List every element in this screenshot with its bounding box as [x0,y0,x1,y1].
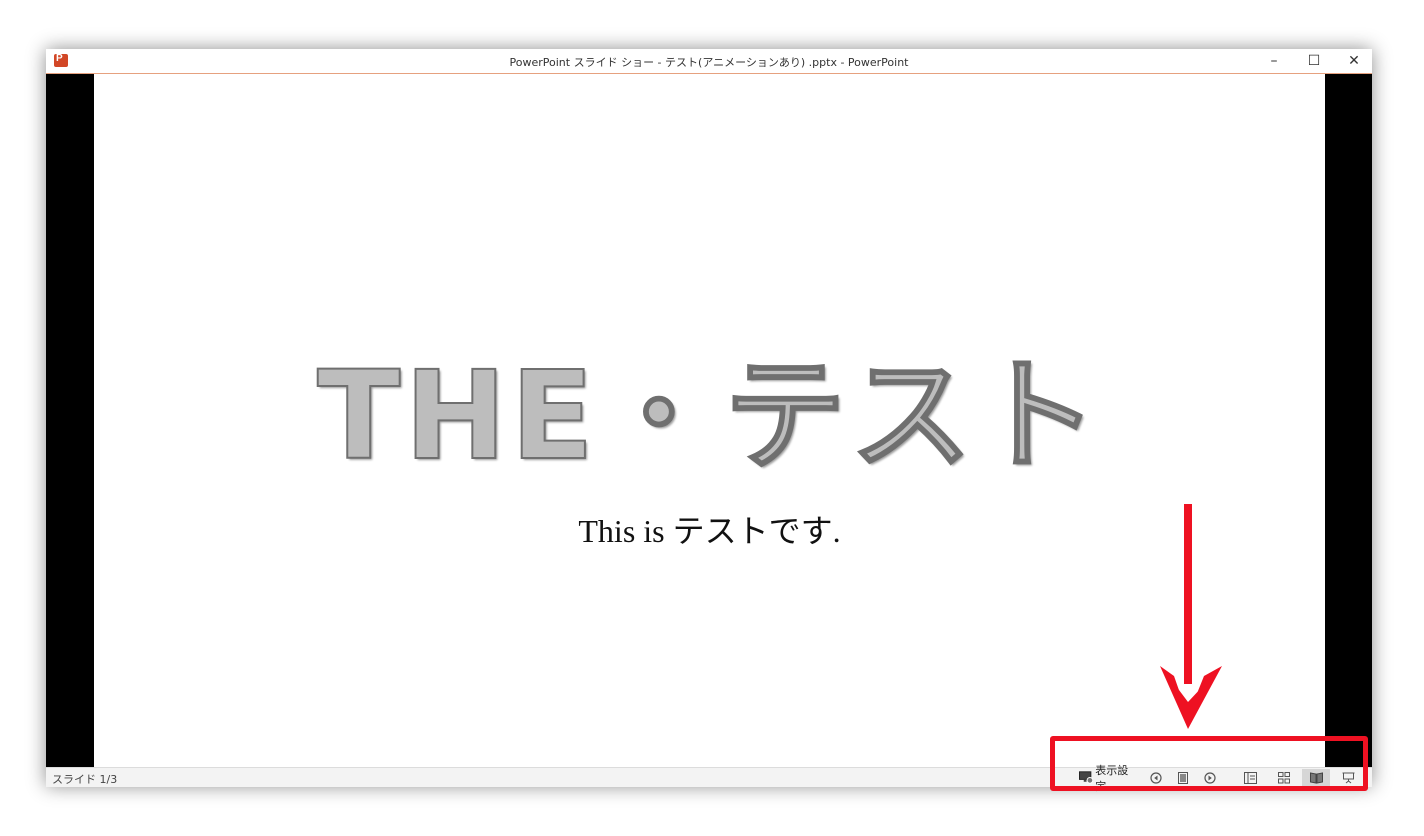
slide-title: THE・テスト [316,345,1102,487]
annotation-highlight-box [1050,736,1368,791]
minimize-button[interactable]: – [1254,49,1294,73]
window-title: PowerPoint スライド ショー - テスト(アニメーションあり) .pp… [509,56,909,69]
slide-counter: スライド 1/3 [52,773,118,786]
annotation-arrow-icon [1160,504,1222,729]
maximize-button[interactable]: ☐ [1294,49,1334,73]
close-button[interactable]: ✕ [1334,49,1374,73]
slide[interactable]: THE・テスト This is テストです. [94,74,1325,767]
title-bar: PowerPoint スライド ショー - テスト(アニメーションあり) .pp… [46,49,1372,74]
slide-subtitle: This is テストです. [578,513,841,549]
